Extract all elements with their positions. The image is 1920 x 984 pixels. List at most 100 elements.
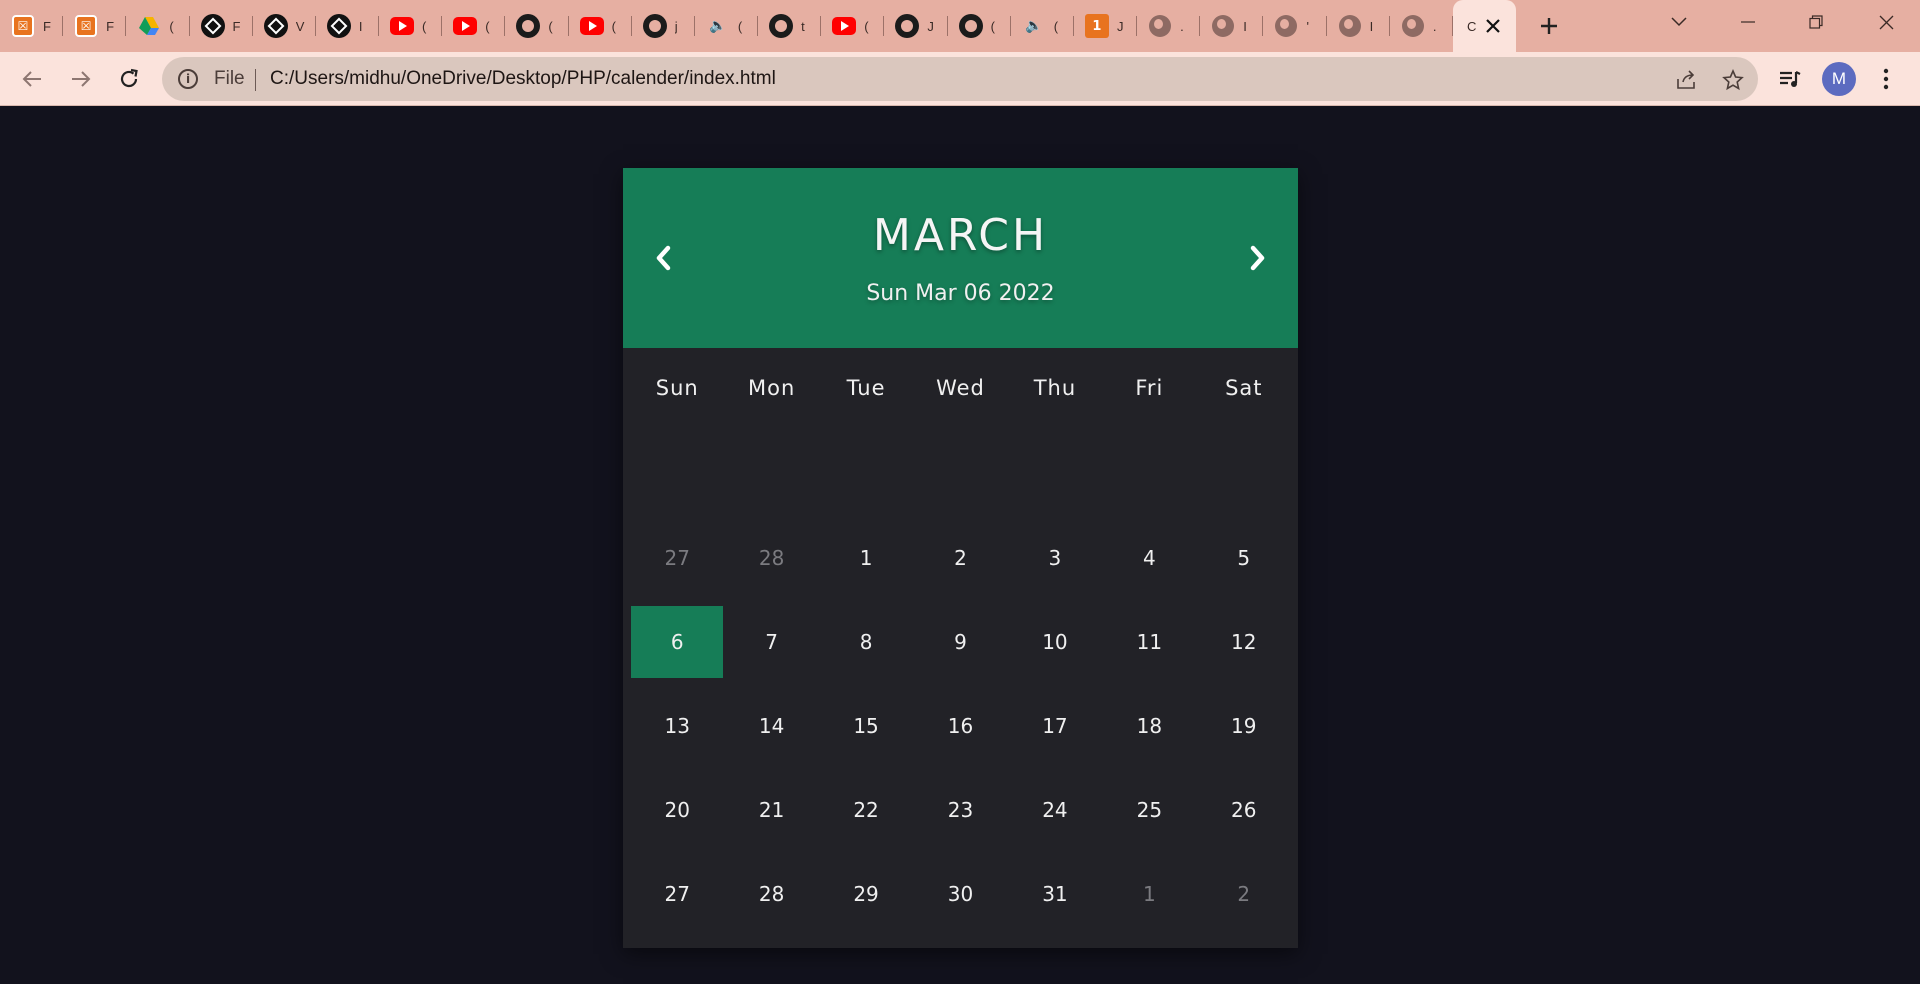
day-cell[interactable]: 4 — [1103, 522, 1195, 594]
day-cell[interactable]: 14 — [725, 690, 817, 762]
browser-tab[interactable]: ( — [505, 8, 569, 44]
new-tab-button[interactable] — [1532, 9, 1566, 43]
day-cell[interactable]: 9 — [914, 606, 1006, 678]
day-cell-adjacent-month[interactable]: 1 — [1103, 858, 1195, 930]
weekday-label: Wed — [936, 376, 985, 400]
browser-tab[interactable]: t — [758, 8, 822, 44]
day-cell[interactable]: 13 — [631, 690, 723, 762]
site-info-icon[interactable]: i — [178, 69, 198, 89]
browser-tab[interactable]: 1J — [1074, 8, 1138, 44]
xampp-icon: ☒ — [11, 14, 35, 38]
url-text[interactable]: C:/Users/midhu/OneDrive/Desktop/PHP/cale… — [270, 68, 776, 90]
day-cell-today[interactable]: 6 — [631, 606, 724, 678]
browser-tab[interactable]: ( — [379, 8, 443, 44]
tab-title: j — [674, 18, 678, 34]
tab-title: ( — [169, 18, 174, 34]
tab-title: I — [358, 18, 363, 34]
day-cell[interactable]: 19 — [1198, 690, 1290, 762]
browser-tab[interactable]: ( — [569, 8, 632, 44]
day-cell[interactable]: 18 — [1103, 690, 1195, 762]
next-month-icon[interactable] — [1240, 240, 1276, 276]
codepen-icon — [263, 14, 288, 38]
day-cell[interactable]: 22 — [820, 774, 912, 846]
browser-tab[interactable]: I — [1200, 8, 1264, 44]
day-cell[interactable]: 16 — [914, 690, 1006, 762]
day-cell[interactable]: 28 — [725, 858, 817, 930]
browser-tab[interactable]: ( — [948, 8, 1011, 44]
github-icon — [895, 14, 920, 38]
day-cell[interactable]: 1 — [820, 522, 912, 594]
xampp-icon: ☒ — [74, 14, 98, 38]
browser-tab[interactable]: 🔈( — [1011, 8, 1074, 44]
browser-tab[interactable]: . — [1137, 8, 1201, 44]
number-icon: 1 — [1084, 14, 1109, 38]
day-cell[interactable]: 15 — [820, 690, 912, 762]
browser-tab[interactable]: I — [316, 8, 380, 44]
day-cell[interactable]: 26 — [1198, 774, 1290, 846]
tab-search-chevron-down-icon[interactable] — [1645, 0, 1713, 44]
youtube-icon — [390, 14, 415, 38]
day-cell[interactable]: 17 — [1009, 690, 1101, 762]
browser-tab[interactable]: ( — [442, 8, 506, 44]
reload-icon[interactable] — [110, 60, 148, 98]
youtube-icon — [453, 14, 478, 38]
address-bar[interactable]: i File C:/Users/midhu/OneDrive/Desktop/P… — [162, 57, 1758, 101]
browser-tab[interactable]: V — [253, 8, 316, 44]
profile-avatar[interactable]: M — [1822, 62, 1856, 96]
day-cell[interactable]: 2 — [914, 522, 1006, 594]
restore-button[interactable] — [1782, 0, 1850, 44]
browser-tab[interactable]: . — [1390, 8, 1453, 44]
day-cell-adjacent-month[interactable]: 2 — [1198, 858, 1290, 930]
close-window-button[interactable] — [1852, 0, 1920, 44]
day-cell[interactable]: 24 — [1009, 774, 1101, 846]
browser-tab[interactable]: F — [190, 8, 253, 44]
day-cell[interactable]: 3 — [1009, 522, 1101, 594]
day-cell[interactable]: 21 — [725, 774, 817, 846]
day-cell[interactable]: 5 — [1198, 522, 1290, 594]
browser-tab[interactable]: 🔈( — [695, 8, 759, 44]
media-control-icon[interactable] — [1773, 62, 1807, 96]
globe-icon — [1338, 14, 1362, 38]
day-cell[interactable]: 12 — [1198, 606, 1290, 678]
tab-title: J — [1116, 18, 1124, 34]
browser-menu-icon[interactable] — [1869, 62, 1903, 96]
day-cell[interactable]: 29 — [820, 858, 912, 930]
share-icon[interactable] — [1673, 67, 1699, 93]
day-cell[interactable]: 31 — [1009, 858, 1101, 930]
month-title: MARCH — [872, 210, 1049, 261]
tab-strip: ☒ F ☒ F(F V I((((j 🔈(t(J(🔈(1 J. I ' I. C — [0, 0, 1920, 52]
browser-tab[interactable]: ( — [821, 8, 885, 44]
day-cell[interactable]: 25 — [1103, 774, 1195, 846]
day-cell-adjacent-month[interactable]: 27 — [631, 522, 723, 594]
day-cell[interactable]: 30 — [914, 858, 1006, 930]
day-cell[interactable]: 7 — [725, 606, 817, 678]
day-cell[interactable]: 11 — [1103, 606, 1195, 678]
github-icon — [769, 14, 794, 38]
minimize-button[interactable] — [1714, 0, 1782, 44]
tab-title: F — [106, 18, 115, 34]
tab-title: J — [927, 18, 934, 34]
day-cell[interactable]: 10 — [1009, 606, 1101, 678]
browser-tab[interactable]: ☒ F — [0, 8, 64, 44]
day-cell[interactable]: 8 — [820, 606, 912, 678]
day-cell-adjacent-month[interactable]: 28 — [725, 522, 817, 594]
close-tab-icon[interactable] — [1476, 9, 1510, 43]
browser-tab[interactable]: ( — [126, 8, 190, 44]
browser-tab[interactable]: J — [884, 8, 948, 44]
back-arrow-icon[interactable] — [13, 60, 51, 98]
codepen-icon — [326, 14, 351, 38]
tab-title: I — [1369, 18, 1374, 34]
calendar-header: MARCH Sun Mar 06 2022 — [623, 168, 1298, 348]
browser-tab[interactable]: I — [1327, 8, 1390, 44]
codepen-icon — [200, 14, 225, 38]
browser-tab[interactable]: ☒ F — [63, 8, 127, 44]
day-cell[interactable]: 20 — [631, 774, 723, 846]
forward-arrow-icon[interactable] — [62, 60, 100, 98]
tab-title: ( — [611, 18, 616, 34]
bookmark-star-icon[interactable] — [1720, 67, 1746, 93]
browser-tab[interactable]: j — [632, 8, 695, 44]
browser-tab[interactable]: ' — [1263, 8, 1327, 44]
day-cell[interactable]: 27 — [631, 858, 723, 930]
tab-title: . — [1432, 18, 1437, 34]
day-cell[interactable]: 23 — [914, 774, 1006, 846]
